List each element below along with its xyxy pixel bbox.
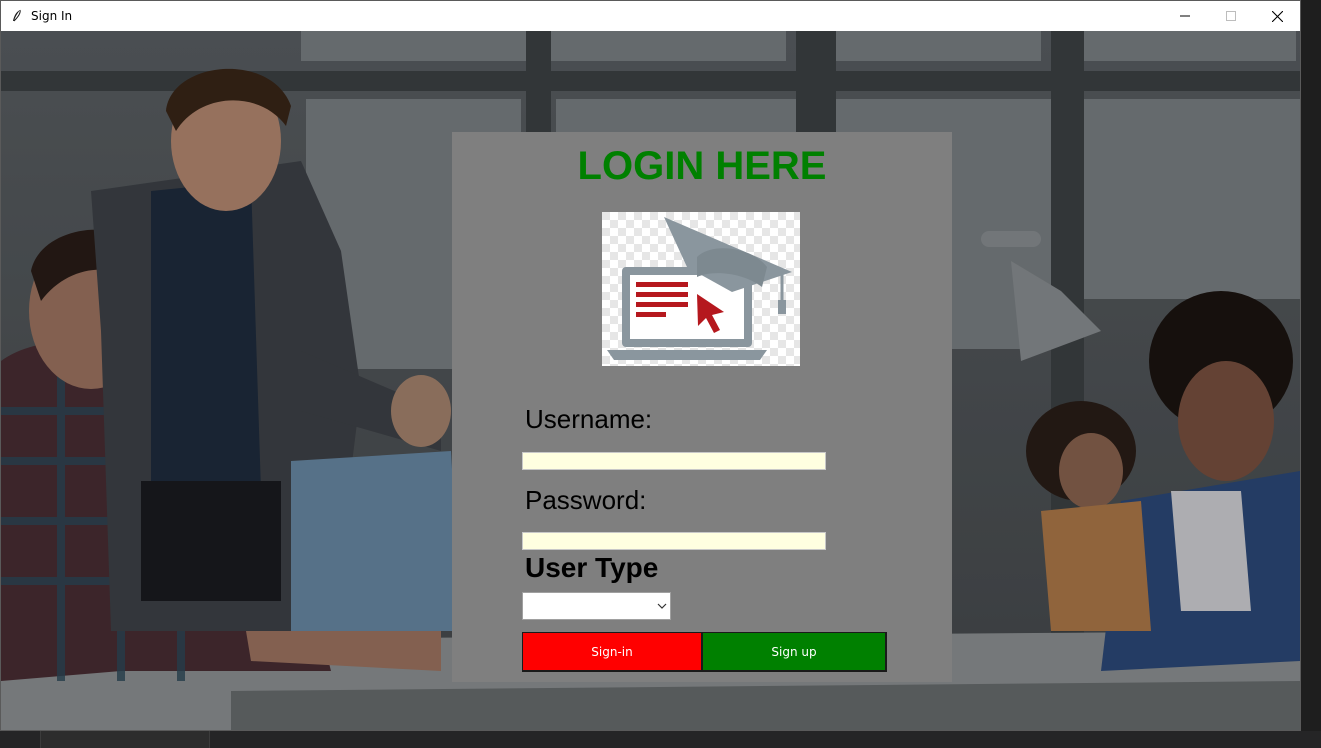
maximize-button[interactable] xyxy=(1208,1,1254,31)
minimize-icon xyxy=(1180,15,1190,17)
close-button[interactable] xyxy=(1254,1,1300,31)
login-heading: LOGIN HERE xyxy=(577,144,827,188)
e-learning-laptop-graduation-cap-icon xyxy=(602,212,800,366)
signin-button[interactable]: Sign-in xyxy=(522,632,703,672)
username-input[interactable] xyxy=(522,452,826,470)
user-type-select[interactable] xyxy=(522,592,671,620)
app-logo xyxy=(602,212,800,366)
signup-button[interactable]: Sign up xyxy=(702,632,887,672)
login-panel: LOGIN HERE Username: Password: User Type… xyxy=(452,132,952,682)
password-label: Password: xyxy=(525,485,647,515)
minimize-button[interactable] xyxy=(1162,1,1208,31)
chevron-down-icon xyxy=(657,603,667,609)
username-label: Username: xyxy=(525,404,653,434)
feather-icon xyxy=(13,9,21,22)
close-icon xyxy=(1271,10,1283,22)
title-bar: Sign In xyxy=(1,1,1300,31)
window-title: Sign In xyxy=(31,9,73,23)
app-window: Sign In LOGIN HERE Username: Password: U… xyxy=(0,0,1301,731)
password-input[interactable] xyxy=(522,532,826,550)
window-content: LOGIN HERE Username: Password: User Type… xyxy=(1,31,1300,730)
taskbar-segment xyxy=(40,731,210,748)
maximize-icon xyxy=(1226,11,1236,21)
user-type-label: User Type xyxy=(525,552,659,583)
